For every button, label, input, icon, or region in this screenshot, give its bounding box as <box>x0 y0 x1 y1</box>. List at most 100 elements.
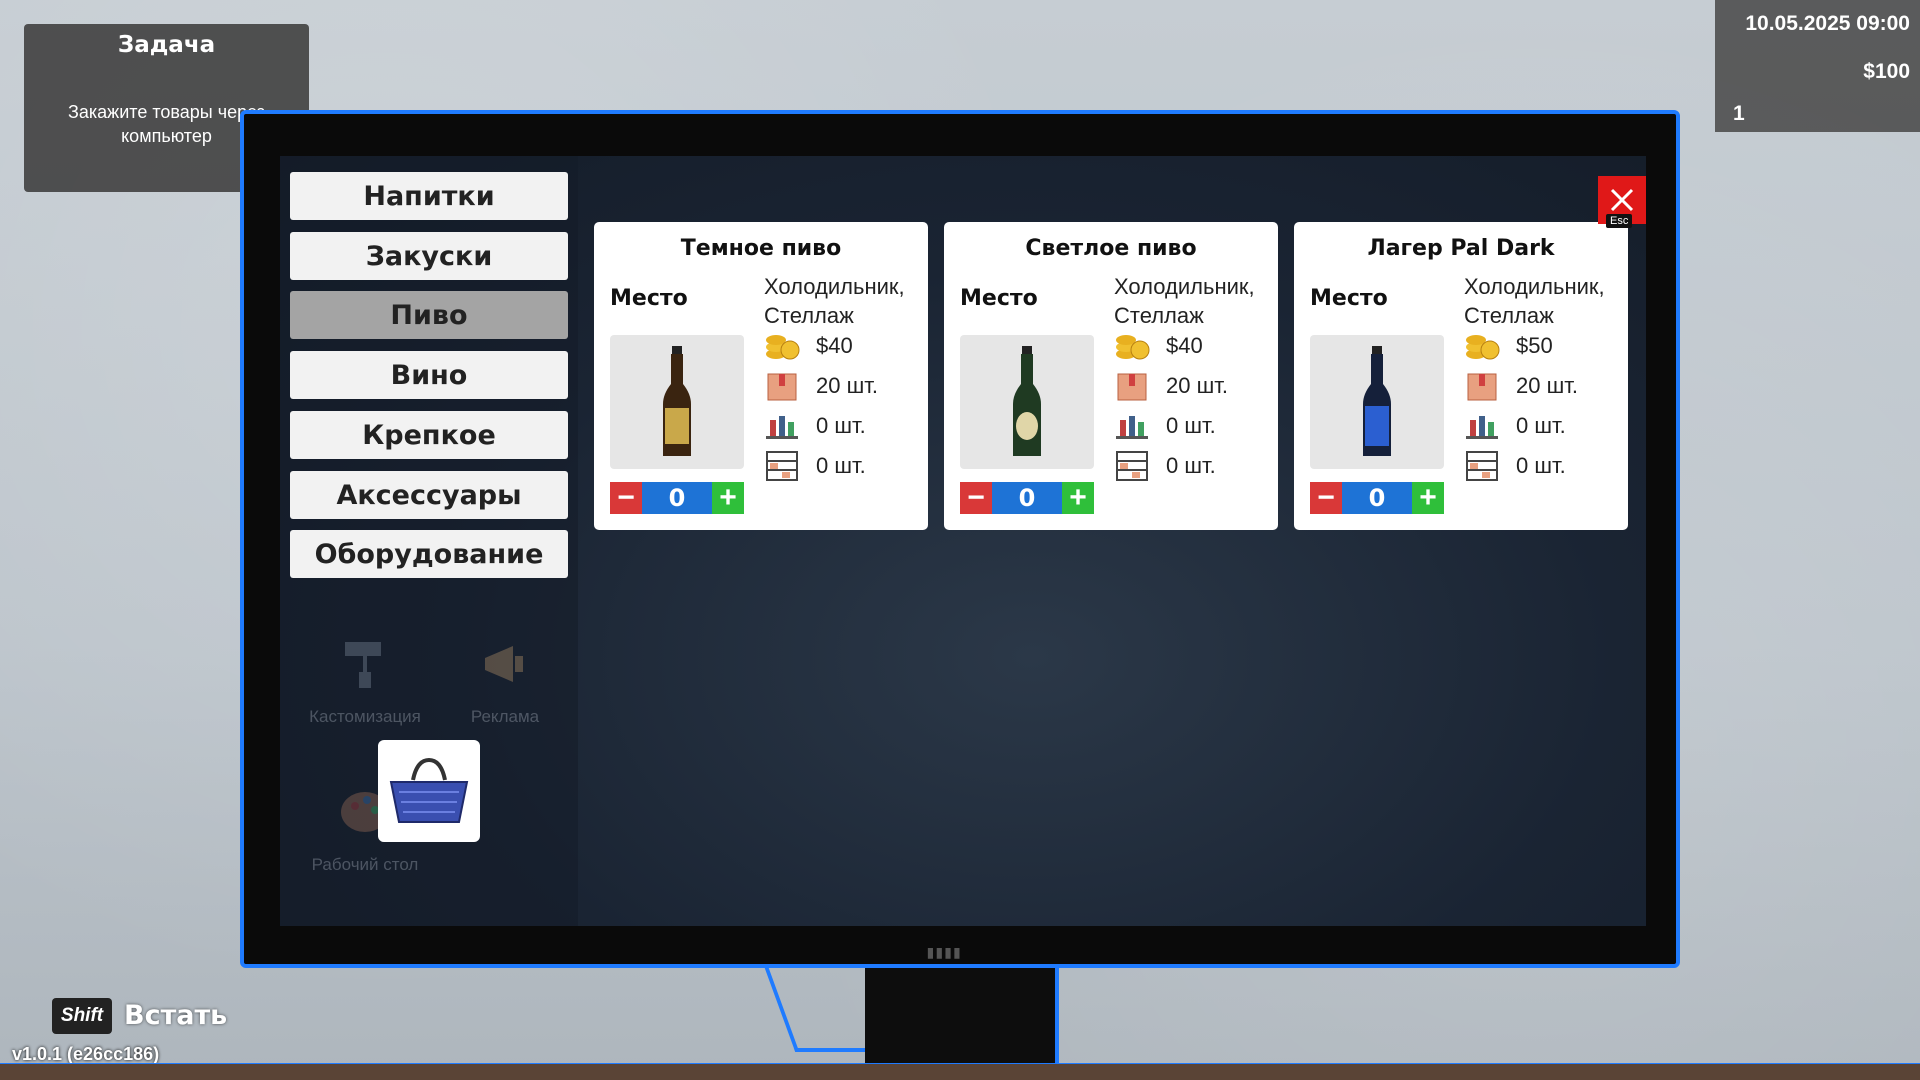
desktop-app-label: Кастомизация <box>309 707 421 726</box>
price-stat: $40 <box>764 328 853 364</box>
version-label: v1.0.1 (e26cc186) <box>12 1044 160 1064</box>
product-shelf-stock: 0 шт. <box>1166 453 1216 478</box>
bottles-stock-icon <box>1116 416 1148 439</box>
stand-up-hint: Встать <box>124 1000 228 1031</box>
product-shelf-stock: 0 шт. <box>1516 453 1566 478</box>
increase-button[interactable]: + <box>712 482 744 514</box>
fridge-stat: 0 шт. <box>764 408 866 444</box>
desktop-app-customization: Кастомизация <box>300 636 430 727</box>
product-place-label: Место <box>960 286 1038 311</box>
product-price: $40 <box>816 333 853 358</box>
desktop-app-advertising: Реклама <box>440 636 570 727</box>
box-stat: 20 шт. <box>764 368 878 404</box>
product-place-value: Холодильник, Стеллаж <box>1114 272 1255 330</box>
box-stat: 20 шт. <box>1114 368 1228 404</box>
product-card: Лагер Pal Dark Место Холодильник, Стелла… <box>1294 222 1628 530</box>
place-line: Холодильник, <box>1114 274 1255 299</box>
coins-icon <box>1116 335 1150 360</box>
coins-icon <box>766 335 800 360</box>
beer-bottle-icon <box>663 346 691 456</box>
bottles-stock-icon <box>766 416 798 439</box>
shelf-icon <box>1116 451 1148 481</box>
product-shelf-stock: 0 шт. <box>816 453 866 478</box>
monitor-screen: Напитки Закуски Пиво Вино Крепкое Аксесс… <box>280 156 1646 926</box>
shopping-basket-button[interactable] <box>378 740 480 842</box>
product-place-label: Место <box>1310 286 1388 311</box>
beer-bottle-icon <box>1013 346 1041 456</box>
box-icon <box>1467 373 1497 401</box>
quantity-value[interactable]: 0 <box>992 482 1062 514</box>
paint-roller-icon <box>345 642 381 688</box>
product-price: $40 <box>1166 333 1203 358</box>
product-card: Светлое пиво Место Холодильник, Стеллаж … <box>944 222 1278 530</box>
hud-panel: 10.05.2025 09:00 $100 1 <box>1715 0 1920 132</box>
product-fridge-stock: 0 шт. <box>1516 413 1566 438</box>
decrease-button[interactable]: − <box>960 482 992 514</box>
computer-monitor: Напитки Закуски Пиво Вино Крепкое Аксесс… <box>240 110 1680 968</box>
desktop-app-label: Рабочий стол <box>311 855 419 874</box>
box-icon <box>767 373 797 401</box>
shelf-icon <box>1466 451 1498 481</box>
shelf-stat: 0 шт. <box>764 448 866 484</box>
product-box-count: 20 шт. <box>1166 373 1228 398</box>
monitor-logo: ▮▮▮▮ <box>925 942 962 963</box>
box-icon <box>1117 373 1147 401</box>
product-title: Темное пиво <box>680 236 842 261</box>
increase-button[interactable]: + <box>1412 482 1444 514</box>
bottles-stock-icon <box>1466 416 1498 439</box>
category-beer-button[interactable]: Пиво <box>290 291 568 339</box>
fridge-stat: 0 шт. <box>1114 408 1216 444</box>
category-snacks-button[interactable]: Закуски <box>290 232 568 280</box>
category-wine-button[interactable]: Вино <box>290 351 568 399</box>
category-equipment-button[interactable]: Оборудование <box>290 530 568 578</box>
place-line: Стеллаж <box>1114 303 1204 328</box>
hud-level: 1 <box>1733 102 1745 125</box>
price-stat: $50 <box>1464 328 1553 364</box>
product-image <box>960 335 1094 469</box>
product-title: Светлое пиво <box>1025 236 1197 261</box>
product-price: $50 <box>1516 333 1553 358</box>
coins-icon <box>1466 335 1500 360</box>
quantity-value[interactable]: 0 <box>1342 482 1412 514</box>
desktop-app-label: Реклама <box>470 707 540 726</box>
increase-button[interactable]: + <box>1062 482 1094 514</box>
product-image <box>1310 335 1444 469</box>
quantity-value[interactable]: 0 <box>642 482 712 514</box>
decrease-button[interactable]: − <box>1310 482 1342 514</box>
megaphone-icon <box>485 646 523 682</box>
product-title: Лагер Pal Dark <box>1367 236 1555 261</box>
product-place-value: Холодильник, Стеллаж <box>764 272 905 330</box>
task-title: Задача <box>117 32 216 58</box>
product-fridge-stock: 0 шт. <box>1166 413 1216 438</box>
category-accessories-button[interactable]: Аксессуары <box>290 471 568 519</box>
floor <box>0 1064 1920 1080</box>
hud-datetime: 10.05.2025 09:00 <box>1745 12 1910 35</box>
product-place-value: Холодильник, Стеллаж <box>1464 272 1605 330</box>
category-spirits-button[interactable]: Крепкое <box>290 411 568 459</box>
beer-bottle-icon <box>1363 346 1391 456</box>
product-fridge-stock: 0 шт. <box>816 413 866 438</box>
place-line: Холодильник, <box>764 274 905 299</box>
quantity-stepper: − 0 + <box>960 482 1094 514</box>
decrease-button[interactable]: − <box>610 482 642 514</box>
shelf-stat: 0 шт. <box>1114 448 1216 484</box>
product-card: Темное пиво Место Холодильник, Стеллаж $… <box>594 222 928 530</box>
fridge-stat: 0 шт. <box>1464 408 1566 444</box>
esc-key-hint: Esc <box>1606 214 1633 228</box>
shopping-basket-icon <box>389 757 469 823</box>
quantity-stepper: − 0 + <box>610 482 744 514</box>
quantity-stepper: − 0 + <box>1310 482 1444 514</box>
shift-key-badge: Shift <box>52 998 112 1034</box>
category-sidebar: Напитки Закуски Пиво Вино Крепкое Аксесс… <box>280 156 578 926</box>
price-stat: $40 <box>1114 328 1203 364</box>
box-stat: 20 шт. <box>1464 368 1578 404</box>
hud-money: $100 <box>1863 60 1910 83</box>
shelf-icon <box>766 451 798 481</box>
monitor-stand-edge <box>1055 968 1059 1068</box>
product-place-label: Место <box>610 286 688 311</box>
category-drinks-button[interactable]: Напитки <box>290 172 568 220</box>
place-line: Стеллаж <box>1464 303 1554 328</box>
place-line: Холодильник, <box>1464 274 1605 299</box>
product-box-count: 20 шт. <box>1516 373 1578 398</box>
product-box-count: 20 шт. <box>816 373 878 398</box>
